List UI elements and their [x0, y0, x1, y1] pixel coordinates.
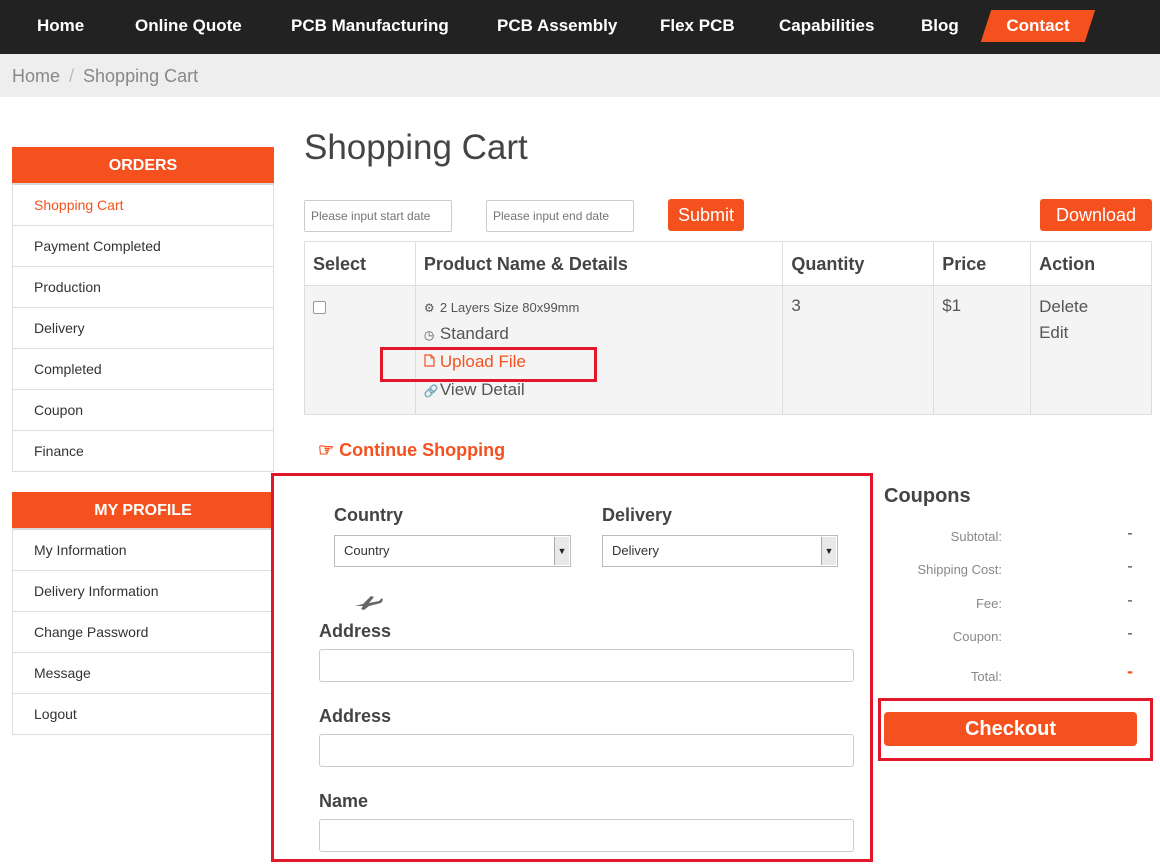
- end-date-input[interactable]: [486, 200, 634, 232]
- sidebar-item-delivery-information[interactable]: Delivery Information: [12, 571, 274, 612]
- sidebar-profile: MY PROFILE My Information Delivery Infor…: [12, 492, 274, 735]
- total-value: -: [1127, 661, 1133, 681]
- cart-table: Select Product Name & Details Quantity P…: [304, 241, 1152, 415]
- nav-pcb-manufacturing[interactable]: PCB Manufacturing: [291, 0, 449, 54]
- edit-link[interactable]: Edit: [1039, 322, 1143, 348]
- submit-button[interactable]: Submit: [668, 199, 744, 231]
- subtotal-value: -: [1127, 525, 1133, 542]
- action-cell: Delete Edit: [1030, 285, 1152, 415]
- product-standard-text: Standard: [439, 324, 509, 343]
- breadcrumb-separator: /: [69, 66, 75, 86]
- table-header-row: Select Product Name & Details Quantity P…: [304, 241, 1152, 286]
- product-spec: ⚙ 2 Layers Size 80x99mm: [424, 296, 774, 320]
- caret-down-icon: ▼: [821, 537, 836, 565]
- name-label: Name: [319, 791, 369, 811]
- delivery-select-value: Delivery: [612, 543, 659, 558]
- country-select[interactable]: Country ▼: [334, 535, 571, 567]
- country-select-value: Country: [344, 543, 390, 558]
- product-spec-text: 2 Layers Size 80x99mm: [439, 300, 580, 315]
- header-product: Product Name & Details: [414, 241, 784, 286]
- link-icon: 🔗: [423, 384, 439, 398]
- page-title: Shopping Cart: [304, 128, 528, 167]
- sidebar-item-message[interactable]: Message: [12, 653, 274, 694]
- view-detail-link[interactable]: 🔗View Detail: [424, 376, 774, 404]
- nav-home[interactable]: Home: [37, 0, 84, 54]
- clock-icon: ◷: [423, 328, 435, 342]
- sidebar-item-my-information[interactable]: My Information: [12, 530, 274, 571]
- delete-link[interactable]: Delete: [1039, 296, 1143, 322]
- coupons-title: Coupons: [884, 485, 971, 507]
- header-select: Select: [304, 241, 416, 286]
- file-icon-shape: [424, 354, 435, 367]
- sidebar-item-finance[interactable]: Finance: [12, 431, 274, 472]
- nav-online-quote[interactable]: Online Quote: [135, 0, 242, 54]
- total-label: Total:: [970, 669, 1002, 684]
- country-label: Country: [334, 505, 403, 525]
- breadcrumb-current: Shopping Cart: [83, 66, 199, 86]
- delivery-select[interactable]: Delivery ▼: [602, 535, 838, 567]
- nav-contact-label: Contact: [1006, 16, 1070, 35]
- sidebar-item-shopping-cart[interactable]: Shopping Cart: [12, 185, 274, 226]
- upload-file-label: Upload File: [439, 352, 526, 371]
- address-label-1: Address: [319, 621, 392, 641]
- sidebar-orders: ORDERS Shopping Cart Payment Completed P…: [12, 147, 274, 472]
- download-button[interactable]: Download: [1040, 199, 1152, 231]
- address-label-2: Address: [319, 706, 392, 726]
- airplane-icon: [355, 596, 383, 610]
- nav-contact[interactable]: Contact: [980, 10, 1096, 42]
- continue-shopping-label: Continue Shopping: [339, 440, 506, 460]
- fee-value: -: [1127, 592, 1133, 609]
- hand-pointer-icon: ☞: [318, 440, 335, 460]
- table-row: ⚙ 2 Layers Size 80x99mm ◷ Standard Upload …: [304, 285, 1152, 415]
- sidebar-item-production[interactable]: Production: [12, 267, 274, 308]
- product-cell: ⚙ 2 Layers Size 80x99mm ◷ Standard Upload …: [414, 285, 784, 415]
- sidebar-item-payment-completed[interactable]: Payment Completed: [12, 226, 274, 267]
- header-quantity: Quantity: [782, 241, 935, 286]
- name-field[interactable]: [319, 819, 854, 852]
- select-cell: [304, 285, 416, 415]
- breadcrumb: Home / Shopping Cart: [0, 54, 1160, 97]
- header-action: Action: [1030, 241, 1152, 286]
- sidebar-item-completed[interactable]: Completed: [12, 349, 274, 390]
- top-navigation: Home Online Quote PCB Manufacturing PCB …: [0, 0, 1160, 54]
- row-select-checkbox[interactable]: [313, 301, 326, 314]
- upload-file-link[interactable]: Upload File: [424, 348, 774, 376]
- address-field-1[interactable]: [319, 649, 854, 682]
- fee-label: Fee:: [975, 596, 1002, 611]
- quantity-cell: 3: [782, 285, 935, 415]
- gear-icon: ⚙: [423, 301, 435, 315]
- coupon-value: -: [1127, 625, 1133, 642]
- shipping-cost-label: Shipping Cost:: [917, 562, 1002, 577]
- start-date-input[interactable]: [304, 200, 452, 232]
- sidebar-item-delivery[interactable]: Delivery: [12, 308, 274, 349]
- nav-flex-pcb[interactable]: Flex PCB: [660, 0, 735, 54]
- nav-blog[interactable]: Blog: [921, 0, 959, 54]
- sidebar-item-logout[interactable]: Logout: [12, 694, 274, 735]
- header-price: Price: [933, 241, 1032, 286]
- checkout-button[interactable]: Checkout: [884, 712, 1137, 746]
- nav-pcb-assembly[interactable]: PCB Assembly: [497, 0, 617, 54]
- subtotal-label: Subtotal:: [950, 529, 1002, 544]
- file-icon: [424, 349, 440, 377]
- caret-down-icon: ▼: [554, 537, 569, 565]
- sidebar-item-change-password[interactable]: Change Password: [12, 612, 274, 653]
- sidebar-item-coupon[interactable]: Coupon: [12, 390, 274, 431]
- product-standard: ◷ Standard: [424, 320, 774, 348]
- continue-shopping-link[interactable]: ☞ Continue Shopping: [318, 440, 505, 461]
- view-detail-label: View Detail: [439, 380, 525, 399]
- breadcrumb-home[interactable]: Home: [12, 66, 60, 86]
- sidebar-profile-heading: MY PROFILE: [12, 492, 274, 530]
- shipping-cost-value: -: [1127, 558, 1133, 575]
- price-cell: $1: [933, 285, 1032, 415]
- delivery-label: Delivery: [602, 505, 673, 525]
- coupon-label: Coupon:: [952, 629, 1002, 644]
- address-field-2[interactable]: [319, 734, 854, 767]
- sidebar-orders-heading: ORDERS: [12, 147, 274, 185]
- nav-capabilities[interactable]: Capabilities: [779, 0, 874, 54]
